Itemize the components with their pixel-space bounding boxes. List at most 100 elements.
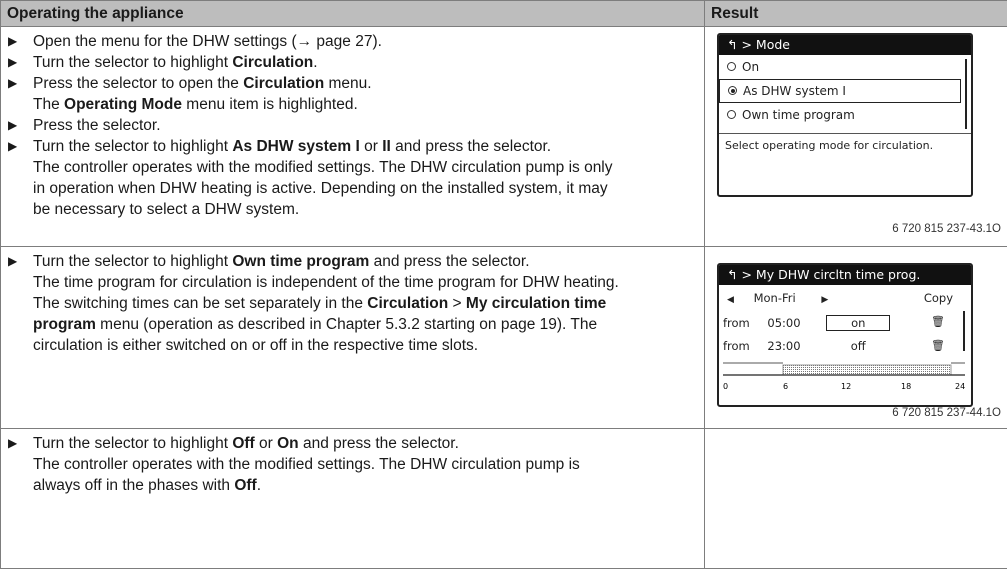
tick-0: 0 (723, 382, 728, 391)
tick-18: 18 (901, 382, 911, 391)
header-result: Result (705, 1, 1007, 27)
bold-term: Operating Mode (64, 96, 182, 113)
radio-icon (728, 86, 737, 95)
time-row-2: from 23:00 off (723, 339, 889, 353)
bold-term: Own time program (232, 253, 369, 270)
step-text: Turn the selector to highlight (33, 138, 232, 155)
figure-caption-44: 6 720 815 237-44.1O (892, 407, 1001, 419)
step-item: ▶ Turn the selector to highlight Own time… (8, 251, 700, 272)
steps-row2: ▶ Turn the selector to highlight Own time… (1, 247, 704, 360)
mode-option-label: As DHW system I (743, 84, 846, 98)
mode-option[interactable]: On (719, 55, 971, 79)
bullet-arrow-icon: ▶ (8, 31, 17, 52)
step-continuation: in operation when DHW heating is active.… (8, 178, 700, 199)
result-row2: ↰ > My DHW circltn time prog. ◀ Mon-Fri ▶… (705, 247, 1007, 429)
step-text: Turn the selector to highlight (33, 435, 232, 452)
time-bar-chart: 0 6 12 18 24 (721, 361, 967, 397)
steps-row3: ▶Turn the selector to highlight Off or O… (1, 429, 704, 500)
mode-options: On As DHW system I Own time program (719, 55, 971, 127)
step-text: or (255, 435, 277, 452)
state-value: off (827, 339, 889, 353)
tick-12: 12 (841, 382, 851, 391)
step-text: in operation when DHW heating is active.… (33, 180, 608, 197)
back-icon: ↰ (727, 35, 737, 55)
from-label: from (723, 316, 750, 330)
bold-term: Off (234, 477, 256, 494)
scrollbar (963, 311, 965, 351)
step-text: The (33, 96, 64, 113)
copy-label: Copy (924, 291, 953, 305)
bold-term: II (382, 138, 391, 155)
time-value: 05:00 (767, 316, 800, 330)
mode-hint: Select operating mode for circulation. (719, 133, 971, 158)
step-text: Turn the selector to highlight (33, 253, 232, 270)
figure-caption-43: 6 720 815 237-43.1O (892, 223, 1001, 235)
timeprog-screen: ↰ > My DHW circltn time prog. ◀ Mon-Fri ▶… (717, 263, 973, 407)
step-text: The time program for circulation is inde… (33, 274, 619, 291)
mode-option[interactable]: Own time program (719, 103, 971, 127)
step-continuation: The switching times can be set separatel… (8, 293, 700, 314)
step-text: The controller operates with the modifie… (33, 159, 613, 176)
bold-term: Circulation (243, 75, 324, 92)
mode-screen-title: > Mode (741, 37, 790, 52)
timeprog-titlebar: ↰ > My DHW circltn time prog. (719, 265, 971, 285)
step-text: always off in the phases with (33, 477, 234, 494)
step-text: . (257, 477, 261, 494)
mode-screen-titlebar: ↰ > Mode (719, 35, 971, 55)
step-item: ▶Turn the selector to highlight Circulat… (8, 52, 700, 73)
radio-icon (727, 110, 736, 119)
step-text: and press the selector. (391, 138, 551, 155)
step-continuation: The controller operates with the modifie… (8, 157, 700, 178)
radio-icon (727, 62, 736, 71)
back-icon: ↰ (727, 265, 737, 285)
next-day-icon: ▶ (821, 295, 828, 305)
result-row3 (705, 429, 1007, 569)
time-row-1: from 05:00 on (723, 315, 890, 331)
scrollbar (965, 59, 967, 129)
day-label: Mon-Fri (754, 291, 796, 305)
bold-term: Off (232, 435, 254, 452)
step-item: ▶Press the selector. (8, 115, 700, 136)
bullet-arrow-icon: ▶ (8, 73, 17, 94)
bold-term: On (277, 435, 299, 452)
step-text: Press the selector to open the (33, 75, 243, 92)
timeprog-title: > My DHW circltn time prog. (741, 267, 920, 282)
step-text: circulation is either switched on or off… (33, 337, 478, 354)
step-continuation: The time program for circulation is inde… (8, 272, 700, 293)
bold-term: Circulation (367, 295, 448, 312)
step-text: The controller operates with the modifie… (33, 456, 580, 473)
step-continuation: program menu (operation as described in … (8, 314, 700, 335)
mode-screen: ↰ > Mode On As DHW system I Own time progra… (717, 33, 973, 197)
prev-day-icon: ◀ (727, 295, 734, 305)
time-value: 23:00 (767, 339, 800, 353)
step-item: ▶ Turn the selector to highlight As DHW s… (8, 136, 700, 157)
bold-term: My circulation time (466, 295, 606, 312)
step-text: be necessary to select a DHW system. (33, 201, 299, 218)
step-text: > (448, 295, 466, 312)
trash-icon: 🗑 (931, 315, 945, 328)
day-row: ◀ Mon-Fri ▶ Copy (727, 291, 963, 305)
bullet-arrow-icon: ▶ (8, 251, 17, 272)
from-label: from (723, 339, 750, 353)
step-text: and press the selector. (299, 435, 459, 452)
bullet-arrow-icon: ▶ (8, 136, 17, 157)
step-text: Press the selector. (33, 117, 161, 134)
step-text: or (360, 138, 382, 155)
bold-term: program (33, 316, 96, 333)
bullet-arrow-icon: ▶ (8, 52, 17, 73)
step-continuation: always off in the phases with Off. (8, 475, 700, 496)
step-text: menu item is highlighted. (182, 96, 358, 113)
bold-term: Circulation (232, 54, 313, 71)
instruction-table: Operating the appliance Result ▶ Open the… (0, 0, 1007, 569)
mode-option[interactable]: As DHW system I (719, 79, 961, 103)
step-item: ▶Turn the selector to highlight Off or O… (8, 433, 700, 454)
step-text: Open the menu for the DHW settings (→ pa… (33, 33, 382, 50)
step-text: The switching times can be set separatel… (33, 295, 367, 312)
on-period-pattern (783, 365, 951, 375)
step-continuation: The controller operates with the modifie… (8, 454, 700, 475)
step-item: ▶ Press the selector to open the Circulat… (8, 73, 700, 94)
bold-term: As DHW system I (232, 138, 359, 155)
step-text: and press the selector. (369, 253, 529, 270)
header-operating: Operating the appliance (1, 1, 705, 27)
tick-6: 6 (783, 382, 788, 391)
